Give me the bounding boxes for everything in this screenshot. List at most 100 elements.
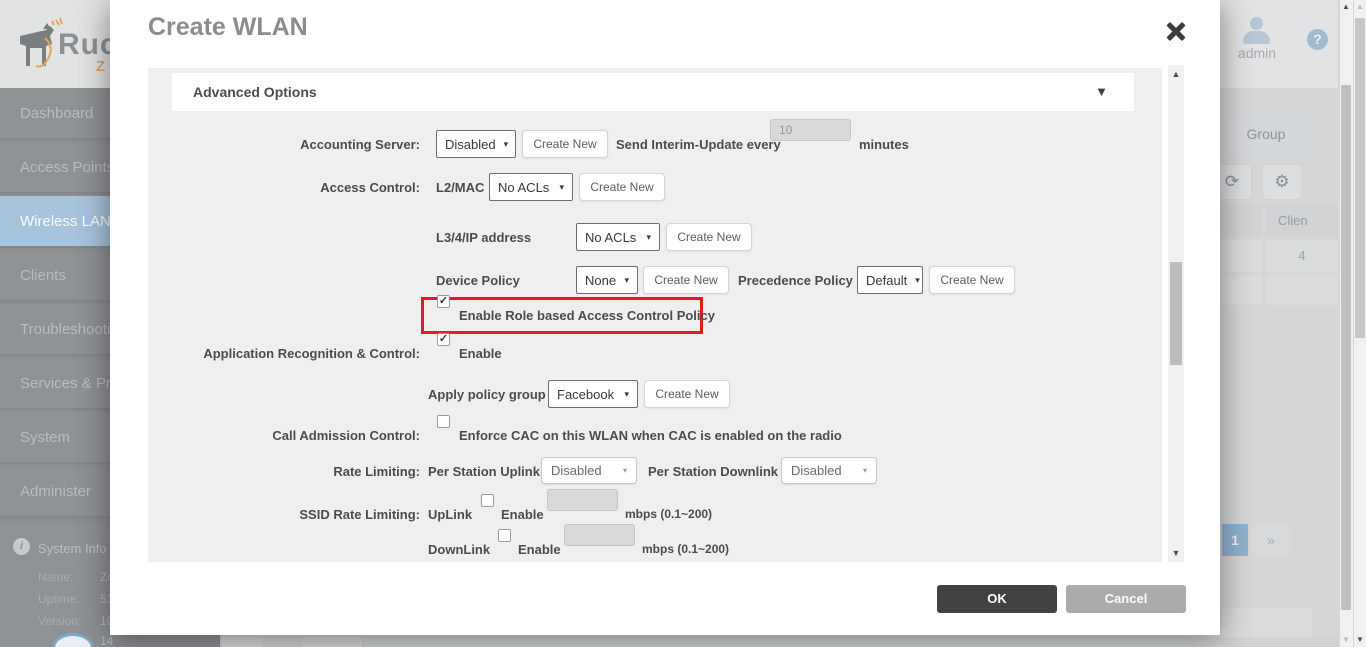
advanced-options-header[interactable]: Advanced Options ▼ (172, 73, 1134, 111)
table-row (1266, 275, 1338, 305)
select-caret-icon: ▾ (559, 182, 564, 193)
select-caret-icon: ▾ (863, 466, 867, 475)
create-wlan-modal: Create WLAN Advanced Options ▼ Accountin… (110, 0, 1220, 635)
check-icon: ✓ (439, 334, 448, 345)
role-policy-checkbox[interactable]: ✓ (437, 295, 450, 308)
l34-acl-select[interactable]: No ACLs ▾ (576, 223, 660, 251)
advanced-options-title: Advanced Options (193, 73, 317, 111)
table-cell (1220, 240, 1262, 272)
device-policy-create-new-button[interactable]: Create New (643, 266, 729, 294)
policy-group-label: Apply policy group (428, 380, 546, 408)
policy-group-select[interactable]: Facebook ▾ (548, 380, 638, 408)
accounting-server-value: Disabled (445, 137, 496, 152)
advanced-options-panel: Advanced Options ▼ Accounting Server: Di… (148, 68, 1162, 562)
settings-button[interactable]: ⚙ (1262, 164, 1302, 200)
select-caret-icon: ▾ (624, 275, 629, 286)
app-recognition-checkbox[interactable]: ✓ (437, 333, 450, 346)
per-station-downlink-select[interactable]: Disabled ▾ (781, 457, 877, 484)
browser-scrollbar[interactable]: ▲ ▼ (1354, 0, 1366, 647)
precedence-create-new-button[interactable]: Create New (929, 266, 1015, 294)
precedence-policy-label: Precedence Policy (738, 266, 853, 294)
check-icon: ✓ (439, 296, 448, 307)
refresh-icon: ⟳ (1225, 172, 1239, 191)
gear-icon: ⚙ (1274, 172, 1289, 191)
table-header-cell (1220, 205, 1262, 237)
content-scrollbar-thumb[interactable] (1341, 85, 1351, 610)
device-policy-select[interactable]: None ▾ (576, 266, 638, 294)
interim-update-input: 10 (770, 119, 851, 141)
ok-button[interactable]: OK (937, 585, 1057, 613)
role-policy-label: Enable Role based Access Control Policy (459, 301, 715, 329)
ssid-downlink-mbps-input (564, 524, 635, 546)
accounting-server-select[interactable]: Disabled ▾ (436, 130, 516, 158)
system-version-value-2: 14 (100, 634, 113, 647)
policy-group-create-new-button[interactable]: Create New (644, 380, 730, 408)
cac-row: Call Admission Control: Enforce CAC on t… (148, 421, 1162, 449)
content-scrollbar[interactable]: ▲ ▼ (1340, 0, 1353, 647)
cancel-button[interactable]: Cancel (1066, 585, 1186, 613)
precedence-policy-select[interactable]: Default ▾ (857, 266, 923, 294)
modal-scrollbar-thumb[interactable] (1170, 262, 1182, 365)
system-uptime-label: Uptime: (38, 592, 79, 606)
per-station-uplink-label: Per Station Uplink (428, 457, 540, 485)
system-info-title: System Info (38, 541, 107, 556)
select-caret-icon: ▾ (624, 389, 629, 400)
modal-scrollbar[interactable]: ▲ ▼ (1168, 65, 1184, 562)
help-icon[interactable]: ? (1307, 29, 1328, 50)
close-icon[interactable] (1163, 18, 1189, 44)
scroll-up-icon[interactable]: ▲ (1168, 67, 1184, 81)
downlink-rate-value: Disabled (791, 463, 842, 478)
user-avatar-icon[interactable] (1250, 17, 1263, 30)
ssid-downlink-enable-checkbox[interactable] (498, 529, 511, 542)
ssid-uplink-enable-checkbox[interactable] (481, 494, 494, 507)
rate-limiting-label: Rate Limiting: (148, 457, 420, 485)
ssid-downlink-unit-label: mbps (0.1~200) (642, 535, 729, 563)
ssid-downlink-row: DownLink Enable mbps (0.1~200) (148, 535, 1162, 563)
app-recognition-label: Application Recognition & Control: (148, 339, 420, 367)
table-row (1220, 275, 1262, 305)
uplink-rate-value: Disabled (551, 463, 602, 478)
screen: admin ? Group ⟳ ⚙ Clien 4 1 » Ruck Z Das… (0, 0, 1366, 647)
system-name-label: Name: (38, 570, 73, 584)
l2mac-acl-select[interactable]: No ACLs ▾ (489, 173, 573, 201)
scroll-up-icon[interactable]: ▲ (1340, 0, 1352, 14)
l34-ip-label: L3/4/IP address (436, 223, 531, 251)
rate-limiting-row: Rate Limiting: Per Station Uplink Disabl… (148, 457, 1162, 485)
pagination-page-1[interactable]: 1 (1222, 524, 1248, 556)
policy-group-value: Facebook (557, 387, 614, 402)
scroll-down-icon[interactable]: ▼ (1340, 633, 1352, 647)
accounting-create-new-button[interactable]: Create New (522, 130, 608, 158)
browser-scrollbar-thumb[interactable] (1355, 18, 1365, 338)
group-tab-button[interactable]: Group (1230, 118, 1302, 151)
policy-group-row: Apply policy group Facebook ▾ Create New (148, 380, 1162, 408)
ssid-uplink-row: SSID Rate Limiting: UpLink Enable mbps (… (148, 500, 1162, 528)
precedence-policy-value: Default (866, 273, 907, 288)
per-station-uplink-select[interactable]: Disabled ▾ (541, 457, 637, 484)
pagination-next-icon[interactable]: » (1252, 524, 1290, 556)
scroll-down-icon[interactable]: ▼ (1354, 633, 1366, 647)
l2mac-label: L2/MAC (436, 173, 484, 201)
bottom-strip-segment (222, 637, 262, 647)
l34-create-new-button[interactable]: Create New (666, 223, 752, 251)
accounting-server-label: Accounting Server: (148, 130, 420, 158)
scroll-down-icon[interactable]: ▼ (1168, 546, 1184, 560)
select-caret-icon: ▾ (646, 232, 651, 243)
device-policy-row: Device Policy None ▾ Create New Preceden… (148, 266, 1162, 294)
scroll-up-icon[interactable]: ▲ (1354, 0, 1366, 14)
interim-update-label: Send Interim-Update every (616, 130, 781, 158)
select-caret-icon: ▾ (915, 275, 920, 286)
bottom-strip-segment (262, 637, 302, 647)
select-caret-icon: ▾ (504, 139, 509, 150)
user-avatar-icon[interactable] (1243, 31, 1270, 44)
role-policy-row: ✓ Enable Role based Access Control Polic… (148, 301, 1162, 329)
ssid-uplink-enable-label: Enable (501, 500, 544, 528)
app-recognition-enable-label: Enable (459, 339, 502, 367)
ssid-uplink-mbps-input (547, 489, 618, 511)
ssid-uplink-label: UpLink (428, 500, 472, 528)
table-cell-clients: 4 (1266, 240, 1338, 272)
cac-checkbox[interactable] (437, 415, 450, 428)
cac-label: Call Admission Control: (148, 421, 420, 449)
username-label[interactable]: admin (1230, 45, 1284, 61)
device-policy-value: None (585, 273, 616, 288)
l2mac-create-new-button[interactable]: Create New (579, 173, 665, 201)
